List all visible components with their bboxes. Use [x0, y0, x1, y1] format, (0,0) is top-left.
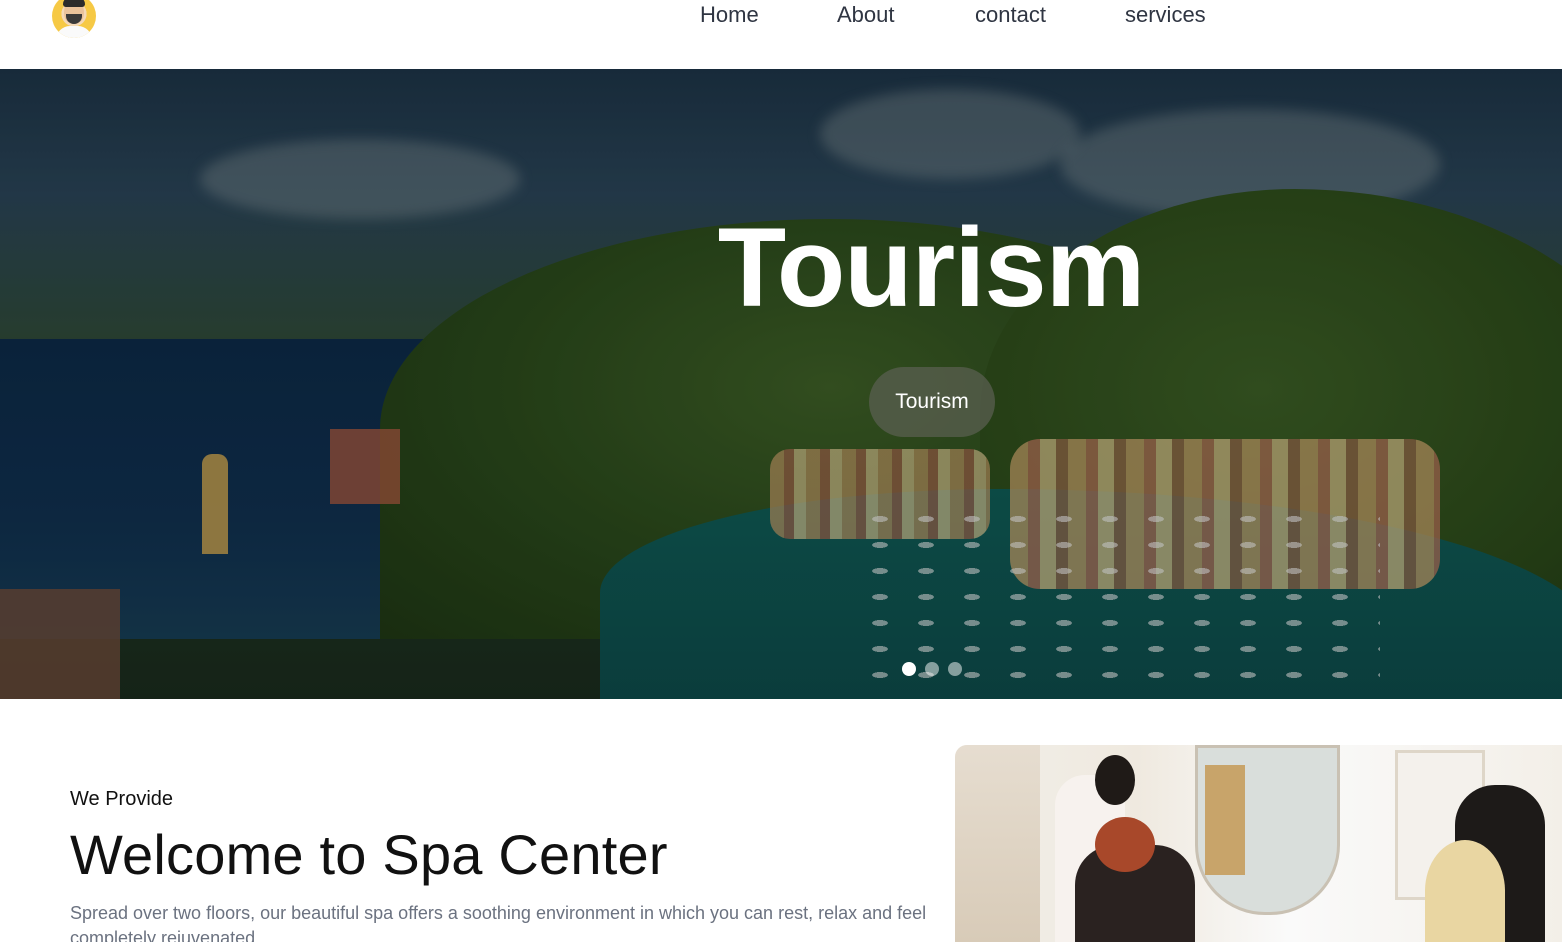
- spa-salon-image: [955, 745, 1562, 942]
- nav-contact[interactable]: contact: [975, 2, 1046, 28]
- welcome-eyebrow: We Provide: [70, 788, 174, 810]
- client-hair: [1095, 817, 1155, 872]
- nav-about[interactable]: About: [837, 2, 895, 28]
- carousel-dot-1[interactable]: [902, 662, 916, 676]
- logo-avatar[interactable]: [52, 0, 96, 38]
- stylist-hair: [1095, 755, 1135, 805]
- hero-title: Tourism: [717, 205, 1146, 330]
- avatar-beard: [66, 14, 82, 24]
- welcome-description: Spread over two floors, our beautiful sp…: [70, 903, 927, 942]
- nav-home[interactable]: Home: [700, 2, 759, 28]
- carousel-dot-3[interactable]: [948, 662, 962, 676]
- nav-services[interactable]: services: [1125, 2, 1206, 28]
- carousel-indicators: [902, 662, 962, 676]
- hero-carousel[interactable]: Tourism Tourism: [0, 69, 1562, 699]
- hero-cta-button[interactable]: Tourism: [869, 367, 995, 437]
- hero-overlay: [0, 69, 1562, 699]
- avatar-shirt: [56, 26, 92, 38]
- salon-cabinet: [1205, 765, 1245, 875]
- client-hair: [1425, 840, 1505, 942]
- welcome-title: Welcome to Spa Center: [70, 823, 668, 886]
- avatar-hair: [63, 0, 85, 7]
- carousel-dot-2[interactable]: [925, 662, 939, 676]
- site-header: Home About contact services: [0, 0, 1562, 69]
- salon-shelf: [955, 745, 1040, 942]
